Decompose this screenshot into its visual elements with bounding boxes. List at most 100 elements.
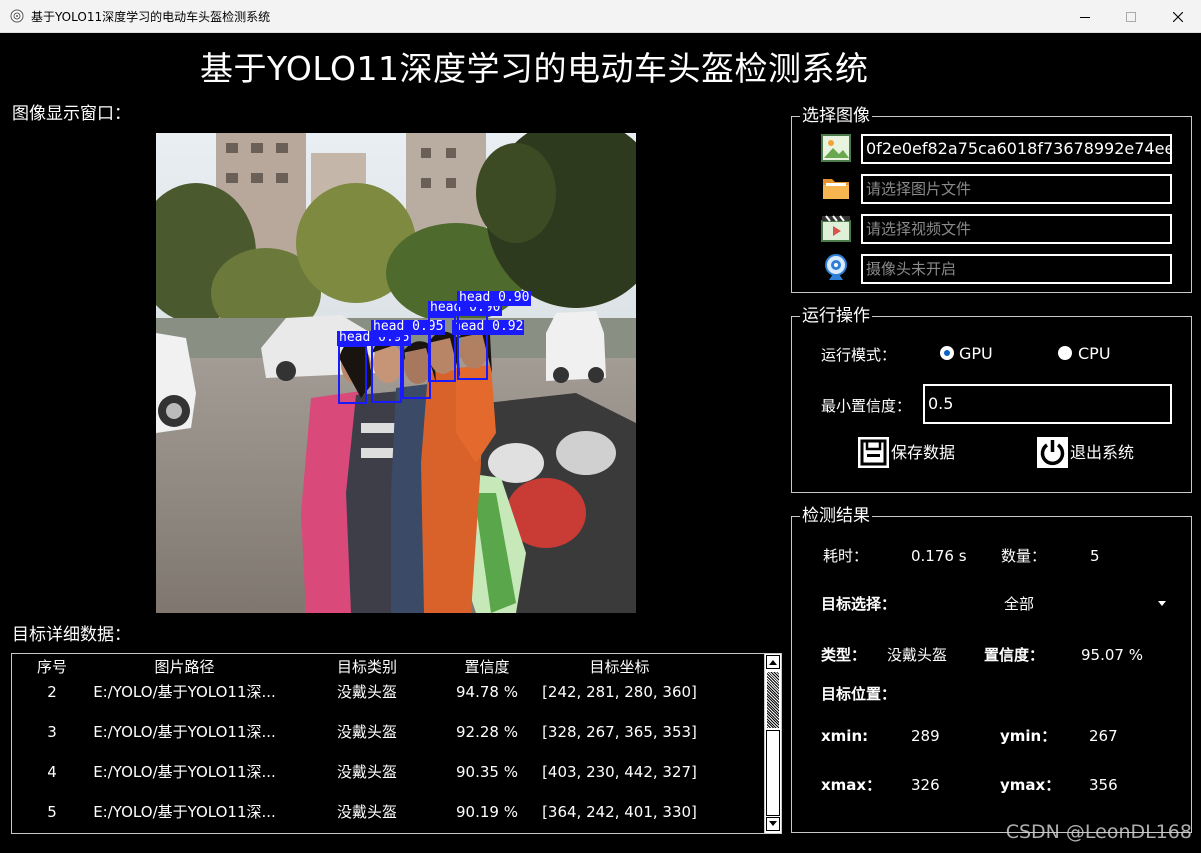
mode-label: 运行模式： [821, 346, 897, 364]
select-image-group: 选择图像 0f2e0ef82a75ca6018f73678992e74ee.jp… [791, 105, 1192, 293]
save-button[interactable]: 保存数据 [891, 443, 955, 463]
save-icon[interactable] [858, 437, 889, 468]
minimize-icon [1080, 16, 1090, 18]
col-header-confidence[interactable]: 置信度 [437, 656, 537, 677]
arrow-down-icon [769, 821, 777, 826]
details-table: 序号 图片路径 目标类别 置信度 目标坐标 2 E:/YOLO/基于YOLO11… [11, 653, 782, 834]
xmin-value: 289 [911, 727, 940, 745]
xmin-label: xmin: [821, 727, 869, 745]
close-button[interactable] [1155, 0, 1201, 33]
cell-class: 没戴头盔 [336, 723, 397, 741]
result-confidence-value: 95.07 % [1081, 646, 1143, 664]
table-scrollbar[interactable] [764, 654, 781, 833]
detection-box-1 [338, 345, 367, 404]
cell-coords: [242, 281, 280, 360] [542, 683, 697, 701]
time-value: 0.176 s [911, 547, 967, 565]
results-title: 检测结果 [800, 505, 872, 527]
watermark: CSDN @LeonDL168 [1005, 821, 1192, 843]
page-title: 基于YOLO11深度学习的电动车头盔检测系统 [200, 49, 869, 88]
col-header-coords[interactable]: 目标坐标 [532, 656, 707, 677]
details-label: 目标详细数据： [12, 625, 131, 645]
gpu-label[interactable]: GPU [959, 344, 993, 364]
col-header-index[interactable]: 序号 [12, 656, 92, 677]
image-icon[interactable] [821, 133, 851, 163]
gpu-radio[interactable] [940, 346, 954, 360]
detection-box-5 [457, 305, 488, 380]
ymin-value: 267 [1089, 727, 1118, 745]
video-field[interactable]: 请选择视频文件 [861, 214, 1172, 244]
result-confidence-label: 置信度： [984, 646, 1045, 664]
scroll-up-button[interactable] [766, 655, 780, 669]
ymax-value: 356 [1089, 776, 1118, 794]
cell-index: 4 [47, 763, 57, 781]
dropdown-arrow-icon[interactable] [1158, 601, 1166, 606]
video-icon[interactable] [821, 213, 851, 243]
cell-confidence: 90.19 % [456, 803, 518, 821]
cell-confidence: 90.35 % [456, 763, 518, 781]
app-window: 基于YOLO11深度学习的电动车头盔检测系统 基于YOLO11深度学习的电动车头… [0, 0, 1201, 853]
cell-coords: [403, 230, 442, 327] [542, 763, 697, 781]
col-header-class[interactable]: 目标类别 [312, 656, 422, 677]
run-group: 运行操作 运行模式： GPU CPU 最小置信度： 0.5 保存数据 退出系统 [791, 305, 1192, 493]
table-row[interactable]: 2 E:/YOLO/基于YOLO11深... 没戴头盔 94.78 % [242… [12, 681, 762, 703]
close-icon [1173, 11, 1183, 22]
cell-path: E:/YOLO/基于YOLO11深... [93, 683, 276, 701]
table-row[interactable]: 5 E:/YOLO/基于YOLO11深... 没戴头盔 90.19 % [364… [12, 801, 762, 823]
cell-index: 2 [47, 683, 57, 701]
webcam-icon[interactable] [821, 253, 851, 283]
results-group: 检测结果 耗时： 0.176 s 数量： 5 目标选择： 全部 类型： 没戴头盔… [791, 505, 1192, 833]
cell-path: E:/YOLO/基于YOLO11深... [93, 763, 276, 781]
detection-image: head 0.95 head 0.95 head 0.92 head 0.90 … [156, 133, 636, 613]
run-title: 运行操作 [800, 305, 872, 327]
detection-box-4 [428, 316, 456, 382]
type-value: 没戴头盔 [887, 646, 948, 664]
confidence-input[interactable]: 0.5 [923, 384, 1172, 424]
minimize-button[interactable] [1062, 0, 1108, 33]
cell-confidence: 94.78 % [456, 683, 518, 701]
cell-class: 没戴头盔 [336, 803, 397, 821]
maximize-icon [1126, 11, 1136, 22]
cell-index: 3 [47, 723, 57, 741]
scroll-track[interactable] [766, 730, 780, 816]
detection-box-2 [371, 335, 402, 403]
position-label: 目标位置： [821, 685, 897, 703]
cell-coords: [328, 267, 365, 353] [542, 723, 697, 741]
target-select-label: 目标选择： [821, 595, 897, 613]
time-label: 耗时： [823, 547, 869, 565]
cpu-label[interactable]: CPU [1078, 344, 1111, 364]
cell-confidence: 92.28 % [456, 723, 518, 741]
cell-class: 没戴头盔 [336, 763, 397, 781]
ymin-label: ymin： [1000, 727, 1057, 745]
app-icon [10, 9, 24, 23]
maximize-button[interactable] [1108, 0, 1154, 33]
xmax-value: 326 [911, 776, 940, 794]
scroll-thumb[interactable] [767, 672, 779, 728]
count-value: 5 [1090, 547, 1100, 565]
title-bar: 基于YOLO11深度学习的电动车头盔检测系统 [0, 0, 1201, 33]
cell-coords: [364, 242, 401, 330] [542, 803, 697, 821]
arrow-up-icon [769, 660, 777, 665]
table-row[interactable]: 3 E:/YOLO/基于YOLO11深... 没戴头盔 92.28 % [328… [12, 721, 762, 743]
xmax-label: xmax： [821, 776, 882, 794]
select-image-title: 选择图像 [800, 105, 872, 127]
power-icon[interactable] [1037, 437, 1068, 468]
col-header-path[interactable]: 图片路径 [87, 656, 282, 677]
target-select-value[interactable]: 全部 [1004, 594, 1034, 614]
cpu-radio[interactable] [1058, 346, 1072, 360]
cell-path: E:/YOLO/基于YOLO11深... [93, 803, 276, 821]
scroll-down-button[interactable] [766, 817, 780, 831]
image-file-field[interactable]: 0f2e0ef82a75ca6018f73678992e74ee.jpg [861, 134, 1172, 164]
count-label: 数量： [1001, 547, 1047, 565]
exit-button[interactable]: 退出系统 [1070, 443, 1134, 463]
window-title: 基于YOLO11深度学习的电动车头盔检测系统 [31, 10, 271, 24]
camera-field[interactable]: 摄像头未开启 [861, 254, 1172, 284]
image-panel-label: 图像显示窗口： [12, 104, 131, 124]
cell-index: 5 [47, 803, 57, 821]
ymax-label: ymax： [1000, 776, 1061, 794]
cell-path: E:/YOLO/基于YOLO11深... [93, 723, 276, 741]
folder-icon[interactable] [821, 173, 851, 203]
folder-field[interactable]: 请选择图片文件 [861, 174, 1172, 204]
table-header: 序号 图片路径 目标类别 置信度 目标坐标 [12, 656, 762, 680]
detection-box-3 [402, 331, 431, 399]
table-row[interactable]: 4 E:/YOLO/基于YOLO11深... 没戴头盔 90.35 % [403… [12, 761, 762, 783]
